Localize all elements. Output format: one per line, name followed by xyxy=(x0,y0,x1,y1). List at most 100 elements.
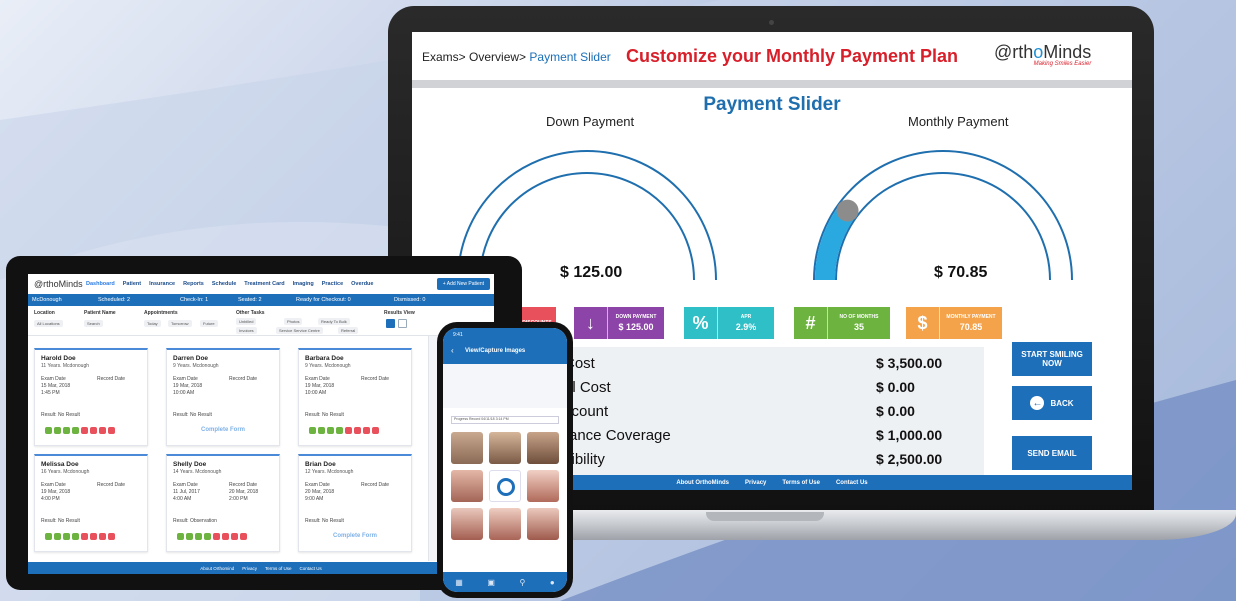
status-dot[interactable] xyxy=(204,533,211,540)
image-thumbnail[interactable] xyxy=(489,432,521,464)
status-dot[interactable] xyxy=(186,533,193,540)
task-referral[interactable]: Referral xyxy=(338,327,359,334)
status-scheduled[interactable]: Scheduled: 2 xyxy=(98,297,130,303)
status-dot[interactable] xyxy=(177,533,184,540)
status-dot[interactable] xyxy=(99,427,106,434)
status-dot[interactable] xyxy=(54,533,61,540)
status-dismissed[interactable]: Dismissed: 0 xyxy=(394,297,425,303)
gauge-knob[interactable] xyxy=(836,199,859,222)
status-checkin[interactable]: Check-In: 1 xyxy=(180,297,208,303)
nav-patient[interactable]: Patient xyxy=(123,281,141,287)
status-dot[interactable] xyxy=(372,427,379,434)
patient-card[interactable]: Shelly Doe 14 Years. Mcdonough Exam Date Re… xyxy=(166,454,280,552)
task-ready-to-bulk[interactable]: Ready To Bulk xyxy=(318,318,350,325)
status-dot[interactable] xyxy=(354,427,361,434)
nav-overdue[interactable]: Overdue xyxy=(351,281,373,287)
nav-insurance[interactable]: Insurance xyxy=(149,281,175,287)
nav-schedule[interactable]: Schedule xyxy=(212,281,236,287)
patient-card[interactable]: Darren Doe 9 Years. Mcdonough Exam Date Rec… xyxy=(166,348,280,446)
search-icon[interactable]: ⚲ xyxy=(519,578,525,587)
image-thumbnail[interactable] xyxy=(527,508,559,540)
calendar-icon[interactable]: ▦ xyxy=(455,578,463,587)
image-thumbnail[interactable] xyxy=(451,470,483,502)
back-chevron-icon[interactable]: ‹ xyxy=(451,346,454,355)
patient-card[interactable]: Barbara Doe 9 Years. Mcdonough Exam Date Re… xyxy=(298,348,412,446)
status-dot[interactable] xyxy=(222,533,229,540)
status-dot[interactable] xyxy=(345,427,352,434)
breadcrumb-overview[interactable]: Overview> xyxy=(469,50,526,64)
status-dot[interactable] xyxy=(195,533,202,540)
filter-appointments-label: Appointments xyxy=(144,310,178,316)
status-dot[interactable] xyxy=(363,427,370,434)
status-dot[interactable] xyxy=(72,427,79,434)
send-email-button[interactable]: SEND EMAIL xyxy=(1012,436,1092,470)
status-dot[interactable] xyxy=(81,427,88,434)
add-patient-button[interactable]: + Add New Patient xyxy=(436,278,490,290)
task-unbilled[interactable]: Unbilled xyxy=(236,318,257,325)
status-dot[interactable] xyxy=(108,427,115,434)
nav-reports[interactable]: Reports xyxy=(183,281,204,287)
record-select[interactable]: Progress Record 04/11/18 3:14 PM xyxy=(451,416,559,424)
appt-tomorrow-checkbox[interactable]: Tomorrow xyxy=(168,320,192,327)
patient-card[interactable]: Harold Doe 11 Years. Mcdonough Exam Date Re… xyxy=(34,348,148,446)
task-service-center[interactable]: Service Service Centre xyxy=(276,327,323,334)
person-icon[interactable]: ● xyxy=(550,578,555,587)
result-text: Result: No Result xyxy=(41,412,80,418)
status-dot[interactable] xyxy=(54,427,61,434)
footer-link-terms[interactable]: Terms of Use xyxy=(782,480,820,486)
tablet-footer-about[interactable]: About Orthomind xyxy=(200,566,234,571)
status-dot[interactable] xyxy=(72,533,79,540)
footer-link-contact[interactable]: Contact Us xyxy=(836,480,868,486)
nav-treatment-card[interactable]: Treatment Card xyxy=(244,281,284,287)
footer-link-privacy[interactable]: Privacy xyxy=(745,480,766,486)
nav-dashboard[interactable]: Dashboard xyxy=(86,281,115,287)
nav-imaging[interactable]: Imaging xyxy=(293,281,314,287)
nav-practice[interactable]: Practice xyxy=(322,281,343,287)
location-select[interactable]: All Locations xyxy=(34,320,63,327)
status-dot[interactable] xyxy=(63,427,70,434)
patient-card[interactable]: Melissa Doe 16 Years. Mcdonough Exam Date R… xyxy=(34,454,148,552)
tablet-footer-privacy[interactable]: Privacy xyxy=(242,566,257,571)
appt-future-checkbox[interactable]: Future xyxy=(200,320,218,327)
back-button[interactable]: ← BACK xyxy=(1012,386,1092,420)
filter-tasks-label: Other Tasks xyxy=(236,310,265,316)
status-dot[interactable] xyxy=(309,427,316,434)
status-checkout[interactable]: Ready for Checkout: 0 xyxy=(296,297,351,303)
task-photos[interactable]: Photos xyxy=(284,318,303,325)
status-dot[interactable] xyxy=(81,533,88,540)
patient-search-input[interactable]: Search xyxy=(84,320,103,327)
status-dot[interactable] xyxy=(240,533,247,540)
breadcrumb-exams[interactable]: Exams> xyxy=(422,50,466,64)
grid-view-icon[interactable] xyxy=(386,319,395,328)
list-view-icon[interactable] xyxy=(398,319,407,328)
status-dot[interactable] xyxy=(231,533,238,540)
tablet-footer-terms[interactable]: Terms of Use xyxy=(265,566,292,571)
status-dot[interactable] xyxy=(45,427,52,434)
image-thumbnail[interactable] xyxy=(527,470,559,502)
status-dot[interactable] xyxy=(327,427,334,434)
task-invoices[interactable]: Invoices xyxy=(236,327,257,334)
status-dot[interactable] xyxy=(90,427,97,434)
status-dot[interactable] xyxy=(108,533,115,540)
start-smiling-button[interactable]: START SMILING NOW xyxy=(1012,342,1092,376)
image-thumbnail[interactable] xyxy=(489,508,521,540)
status-seated[interactable]: Seated: 2 xyxy=(238,297,262,303)
appt-today-checkbox[interactable]: Today xyxy=(144,320,161,327)
patient-card[interactable]: Brian Doe 12 Years. Mcdonough Exam Date Rec… xyxy=(298,454,412,552)
image-thumbnail[interactable] xyxy=(451,508,483,540)
exam-date-label: Exam Date xyxy=(41,482,66,488)
footer-link-about[interactable]: About OrthoMinds xyxy=(676,480,729,486)
complete-form-link[interactable]: Complete Form xyxy=(167,427,279,433)
status-dot[interactable] xyxy=(318,427,325,434)
status-dot[interactable] xyxy=(45,533,52,540)
status-dot[interactable] xyxy=(63,533,70,540)
complete-form-link[interactable]: Complete Form xyxy=(299,533,411,539)
status-dot[interactable] xyxy=(213,533,220,540)
tablet-footer-contact[interactable]: Contact Us xyxy=(300,566,322,571)
status-dot[interactable] xyxy=(99,533,106,540)
image-thumbnail[interactable] xyxy=(527,432,559,464)
status-dot[interactable] xyxy=(90,533,97,540)
image-thumbnail[interactable] xyxy=(451,432,483,464)
card-icon[interactable]: ▣ xyxy=(487,578,495,587)
status-dot[interactable] xyxy=(336,427,343,434)
